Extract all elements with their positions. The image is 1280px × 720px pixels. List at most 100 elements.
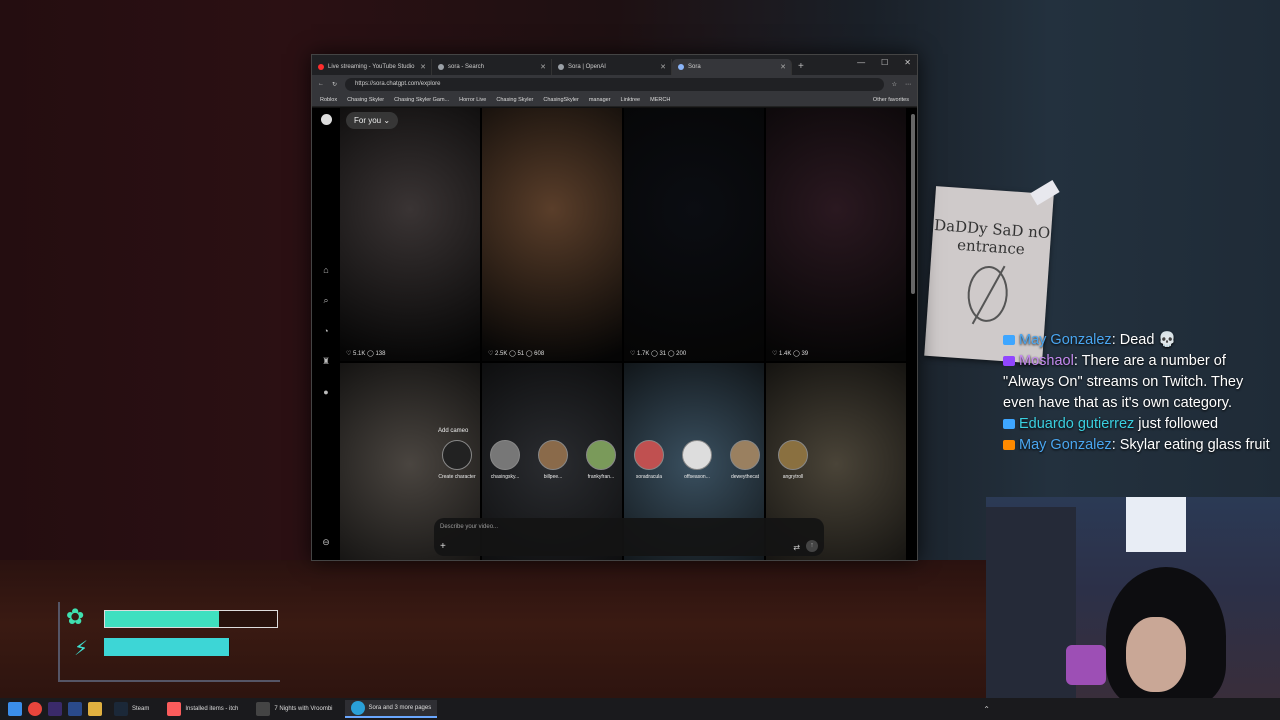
scrollbar[interactable] [911, 114, 915, 294]
chat-message: Moshaol: There are a number of "Always O… [1003, 353, 1244, 411]
home-icon[interactable]: ⌂ [323, 265, 328, 275]
stream-chat: May Gonzalez: Dead 💀 Moshaol: There are … [1003, 330, 1278, 456]
sora-explore-page: ⌂ ⌕ ◔ ♜ ● ⊖ For you ⌄ ♡ 5.1K ◯ 138 ♡ 2.5K… [312, 108, 917, 560]
stream-hud: ✿ ⚡ [58, 602, 280, 682]
cameo-avatar [778, 440, 808, 470]
bookmark-chasingskyler[interactable]: ChasingSkyler [543, 97, 578, 103]
add-icon[interactable]: + [440, 541, 446, 552]
cameo-option[interactable]: Create character [434, 440, 480, 480]
close-window-icon[interactable]: ✕ [904, 58, 911, 67]
bookmark-chasing-skyler-games[interactable]: Chasing Skyler Gam... [394, 97, 449, 103]
health-bar [104, 610, 278, 628]
close-icon[interactable]: ✕ [660, 63, 666, 71]
youtube-icon [318, 64, 324, 70]
url-field[interactable]: https://sora.chatgpt.com/explore [345, 77, 884, 91]
cameo-avatar [730, 440, 760, 470]
energy-fill [104, 638, 230, 656]
cameo-option[interactable]: soradracula [626, 440, 672, 480]
minimize-icon[interactable]: — [857, 58, 865, 67]
premiere-icon[interactable] [48, 702, 62, 716]
sora-sidebar: ⌂ ⌕ ◔ ♜ ● ⊖ [312, 108, 340, 560]
video-grid: For you ⌄ ♡ 5.1K ◯ 138 ♡ 2.5K ◯ 51 ◯ 608 ♡… [340, 108, 908, 560]
taskbar-itch[interactable]: Installed items - itch [161, 700, 244, 718]
add-cameo-title: Add cameo [438, 428, 469, 434]
search-icon [438, 64, 444, 70]
video-tile[interactable]: ♡ 5.1K ◯ 138 [340, 108, 480, 361]
back-icon[interactable]: ← [318, 81, 324, 87]
cameo-option[interactable]: chasingsky... [482, 440, 528, 480]
youtube-icon [1003, 440, 1015, 451]
video-tile[interactable]: ♡ 1.7K ◯ 31 ◯ 200 [624, 108, 764, 361]
search-icon[interactable]: ⌕ [323, 295, 328, 306]
notifications-icon[interactable]: ◔ [323, 326, 328, 336]
video-stats: ♡ 1.7K ◯ 31 ◯ 200 [630, 351, 687, 357]
cameo-label: soradracula [635, 474, 663, 480]
tab-strip: Live streaming - YouTube Studio ✕ sora - … [312, 55, 917, 75]
video-stats: ♡ 1.4K ◯ 39 [772, 351, 809, 357]
close-icon[interactable]: ✕ [420, 63, 426, 71]
cameo-label: frankyfran... [587, 474, 615, 480]
sora-logo-icon[interactable] [320, 114, 332, 125]
new-tab-button[interactable]: + [792, 59, 810, 75]
other-favorites[interactable]: Other favorites [873, 97, 909, 103]
bookmark-linktree[interactable]: Linktree [621, 97, 641, 103]
bookmark-chasing-skyler[interactable]: Chasing Skyler [347, 97, 384, 103]
trophy-icon[interactable]: ♜ [322, 356, 330, 367]
bookmark-chasing-skyler-tiktok[interactable]: Chasing Skyler [496, 97, 533, 103]
edge-icon [350, 701, 365, 715]
tray-chevron-icon[interactable]: ⌃ [983, 705, 990, 714]
energy-bar [104, 638, 230, 656]
chrome-icon[interactable] [28, 702, 42, 716]
browser-window: Live streaming - YouTube Studio ✕ sora - … [311, 54, 918, 561]
bookmarks-bar: Roblox Chasing Skyler Chasing Skyler Gam… [312, 93, 917, 107]
cameo-option[interactable]: frankyfran... [578, 440, 624, 480]
cameo-picker: Add cameo Create character chasingsky... b… [434, 428, 824, 488]
youtube-icon [1003, 335, 1015, 346]
window-light [1126, 497, 1186, 552]
maximize-icon[interactable]: ☐ [881, 58, 888, 67]
video-stats: ♡ 5.1K ◯ 138 [346, 351, 386, 357]
windows-start-icon[interactable] [8, 702, 22, 716]
cameo-label: Create character [438, 474, 476, 480]
extensions-icon[interactable]: ⋯ [905, 81, 911, 88]
cameo-label: chasingsky... [490, 474, 520, 480]
send-icon[interactable]: ↑ [806, 540, 818, 552]
bookmark-roblox[interactable]: Roblox [320, 97, 337, 103]
cameo-avatar [538, 440, 568, 470]
null-symbol-icon [965, 264, 1010, 324]
settings-icon[interactable]: ⊖ [322, 537, 330, 548]
profile-icon[interactable]: ● [323, 387, 328, 397]
close-icon[interactable]: ✕ [780, 63, 786, 71]
taskbar-steam[interactable]: Steam [108, 700, 155, 718]
tab-sora-openai[interactable]: Sora | OpenAI ✕ [552, 59, 672, 75]
tab-youtube-studio[interactable]: Live streaming - YouTube Studio ✕ [312, 59, 432, 75]
chevron-down-icon: ⌄ [383, 116, 391, 125]
taskbar-edge-sora[interactable]: Sora and 3 more pages [344, 700, 438, 718]
bookmark-merch[interactable]: MERCH [650, 97, 670, 103]
close-icon[interactable]: ✕ [540, 63, 546, 71]
cameo-label: deweythecat [730, 474, 760, 480]
prompt-box[interactable]: Describe your video... + ⇄ ↑ [434, 518, 824, 556]
prompt-input[interactable]: Describe your video... [440, 524, 498, 530]
star-icon[interactable]: ☆ [892, 81, 897, 88]
taskbar-game[interactable]: 7 Nights with Vroombi [250, 700, 338, 718]
folder-icon[interactable] [88, 702, 102, 716]
tab-sora[interactable]: Sora ✕ [672, 59, 792, 75]
cameo-avatar [490, 440, 520, 470]
cameo-option[interactable]: offseason... [674, 440, 720, 480]
cameo-option[interactable]: billpee... [530, 440, 576, 480]
refresh-icon[interactable]: ↻ [332, 81, 337, 88]
tab-sora-search[interactable]: sora - Search ✕ [432, 59, 552, 75]
cameo-option[interactable]: deweythecat [722, 440, 768, 480]
video-tile[interactable]: ♡ 1.4K ◯ 39 [766, 108, 906, 361]
video-tile[interactable]: ♡ 2.5K ◯ 51 ◯ 608 [482, 108, 622, 361]
steam-icon [114, 702, 128, 716]
bookmark-horror-live[interactable]: Horror Live [459, 97, 486, 103]
settings-sliders-icon[interactable]: ⇄ [793, 543, 800, 552]
microphone [1066, 645, 1106, 685]
cameo-option[interactable]: angrytroll [770, 440, 816, 480]
photoshop-icon[interactable] [68, 702, 82, 716]
address-bar-row: ← ↻ https://sora.chatgpt.com/explore ☆ ⋯ [312, 75, 917, 93]
for-you-dropdown[interactable]: For you ⌄ [346, 112, 399, 129]
bookmark-manager[interactable]: manager [589, 97, 611, 103]
